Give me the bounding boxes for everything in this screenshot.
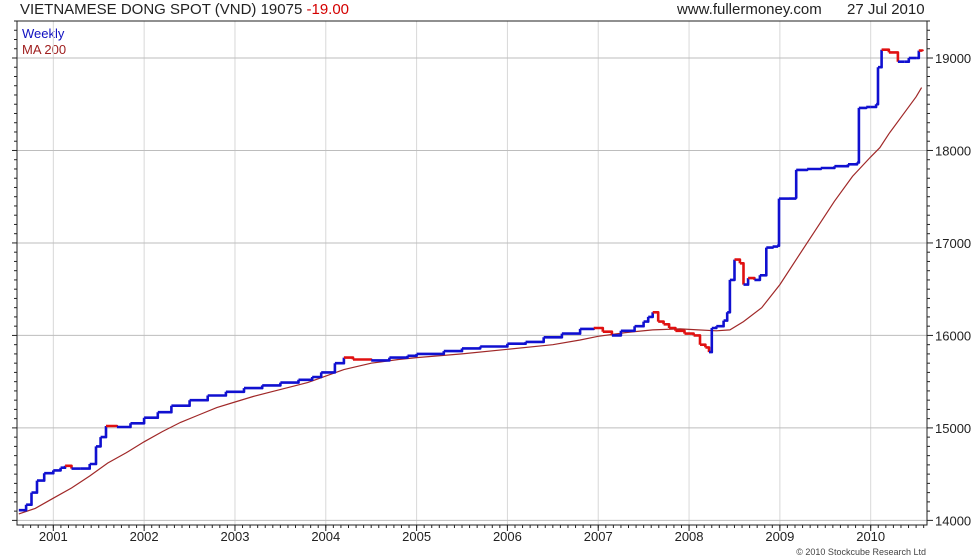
price-segment bbox=[711, 326, 718, 330]
price-segment bbox=[60, 465, 67, 469]
price-segment bbox=[916, 50, 921, 60]
price-segment bbox=[106, 424, 119, 428]
price-segment bbox=[343, 356, 355, 360]
price-segment bbox=[334, 357, 346, 365]
price-segment bbox=[144, 412, 160, 419]
price-segment bbox=[759, 247, 768, 277]
price-segment bbox=[462, 346, 482, 350]
price-segment bbox=[834, 164, 850, 168]
price-segment bbox=[858, 106, 868, 110]
price-segment bbox=[789, 197, 797, 200]
price-segment bbox=[416, 351, 446, 356]
price-segment bbox=[157, 405, 173, 414]
price-segment bbox=[407, 353, 418, 358]
footer-credit: © 2010 Stockcube Research Ltd bbox=[796, 547, 926, 557]
x-tick-label-2010: 2010 bbox=[856, 529, 885, 544]
price-segment bbox=[298, 377, 314, 382]
price-segment bbox=[648, 312, 654, 319]
price-segment bbox=[116, 423, 132, 429]
price-segment bbox=[244, 385, 264, 390]
price-segment bbox=[772, 245, 779, 248]
price-segment bbox=[171, 400, 191, 407]
ma-line-group bbox=[18, 87, 923, 515]
price-segment bbox=[207, 391, 228, 397]
price-segment bbox=[189, 395, 209, 402]
x-tick-label-2005: 2005 bbox=[402, 529, 431, 544]
price-segment bbox=[321, 363, 337, 374]
x-tick-label-2002: 2002 bbox=[130, 529, 159, 544]
y-tick-label-14000: 14000 bbox=[935, 513, 971, 528]
plot-frame bbox=[16, 20, 928, 526]
price-segment bbox=[796, 168, 809, 172]
price-segment bbox=[480, 343, 509, 348]
price-segment bbox=[739, 262, 745, 285]
x-tick-label-2003: 2003 bbox=[221, 529, 250, 544]
x-tick-label-2006: 2006 bbox=[493, 529, 522, 544]
price-segment bbox=[262, 382, 282, 387]
price-segment bbox=[37, 473, 46, 482]
price-segment bbox=[716, 320, 725, 328]
y-tick-label-17000: 17000 bbox=[935, 236, 971, 251]
price-segment bbox=[525, 337, 545, 344]
axes: 2001 2002 2003 2004 2005 2006 2007 2008 2009 2010… bbox=[12, 20, 971, 544]
price-segment bbox=[658, 320, 665, 325]
price-segment bbox=[794, 169, 798, 199]
price-segment bbox=[723, 312, 729, 322]
price-line-group bbox=[18, 48, 924, 512]
price-segment bbox=[857, 107, 861, 164]
price-segment bbox=[96, 437, 102, 448]
price-segment bbox=[44, 470, 55, 475]
price-segment bbox=[443, 348, 464, 353]
price-segment bbox=[89, 446, 98, 466]
chart: 2001 2002 2003 2004 2005 2006 2007 2008 2009 2010… bbox=[12, 20, 971, 557]
price-segment bbox=[389, 355, 409, 359]
price-segment bbox=[80, 464, 91, 470]
price-segment bbox=[353, 358, 373, 361]
price-segment bbox=[870, 104, 878, 109]
x-tick-label-2001: 2001 bbox=[39, 529, 68, 544]
x-tick-label-2009: 2009 bbox=[765, 529, 794, 544]
price-segment bbox=[53, 467, 62, 472]
price-segment bbox=[507, 341, 527, 345]
price-segment bbox=[904, 58, 911, 63]
price-segment bbox=[580, 327, 595, 331]
y-tick-label-16000: 16000 bbox=[935, 328, 971, 343]
price-segment bbox=[371, 357, 391, 362]
grid bbox=[17, 21, 927, 525]
price-segment bbox=[705, 346, 711, 353]
y-tick-label-15000: 15000 bbox=[935, 421, 971, 436]
x-tick-label-2004: 2004 bbox=[311, 529, 340, 544]
x-tick-label-2007: 2007 bbox=[584, 529, 613, 544]
price-segment bbox=[634, 321, 645, 328]
price-segment bbox=[561, 328, 582, 335]
price-segment bbox=[700, 343, 707, 348]
x-tick-label-2008: 2008 bbox=[675, 529, 704, 544]
price-segment bbox=[312, 372, 323, 379]
price-segment bbox=[807, 167, 822, 171]
price-segment bbox=[643, 316, 650, 323]
y-tick-label-18000: 18000 bbox=[935, 143, 971, 158]
price-segment bbox=[729, 259, 736, 282]
price-segment bbox=[777, 198, 781, 247]
price-segment bbox=[26, 492, 33, 506]
price-segment bbox=[918, 49, 924, 52]
price-segment bbox=[727, 279, 732, 314]
price-segment bbox=[31, 480, 39, 494]
price-segment bbox=[675, 329, 686, 334]
price-segment bbox=[693, 334, 702, 345]
price-segment bbox=[848, 162, 859, 166]
price-segment bbox=[280, 379, 300, 384]
price-segment bbox=[130, 417, 146, 425]
price-segment bbox=[876, 67, 880, 106]
price-segment bbox=[888, 51, 900, 62]
price-segment bbox=[820, 166, 836, 170]
price-segment bbox=[663, 323, 671, 328]
price-segment bbox=[766, 246, 774, 249]
price-segment bbox=[18, 504, 28, 512]
price-segment bbox=[620, 326, 636, 333]
ma200-line bbox=[18, 87, 923, 515]
y-tick-label-19000: 19000 bbox=[935, 51, 971, 66]
